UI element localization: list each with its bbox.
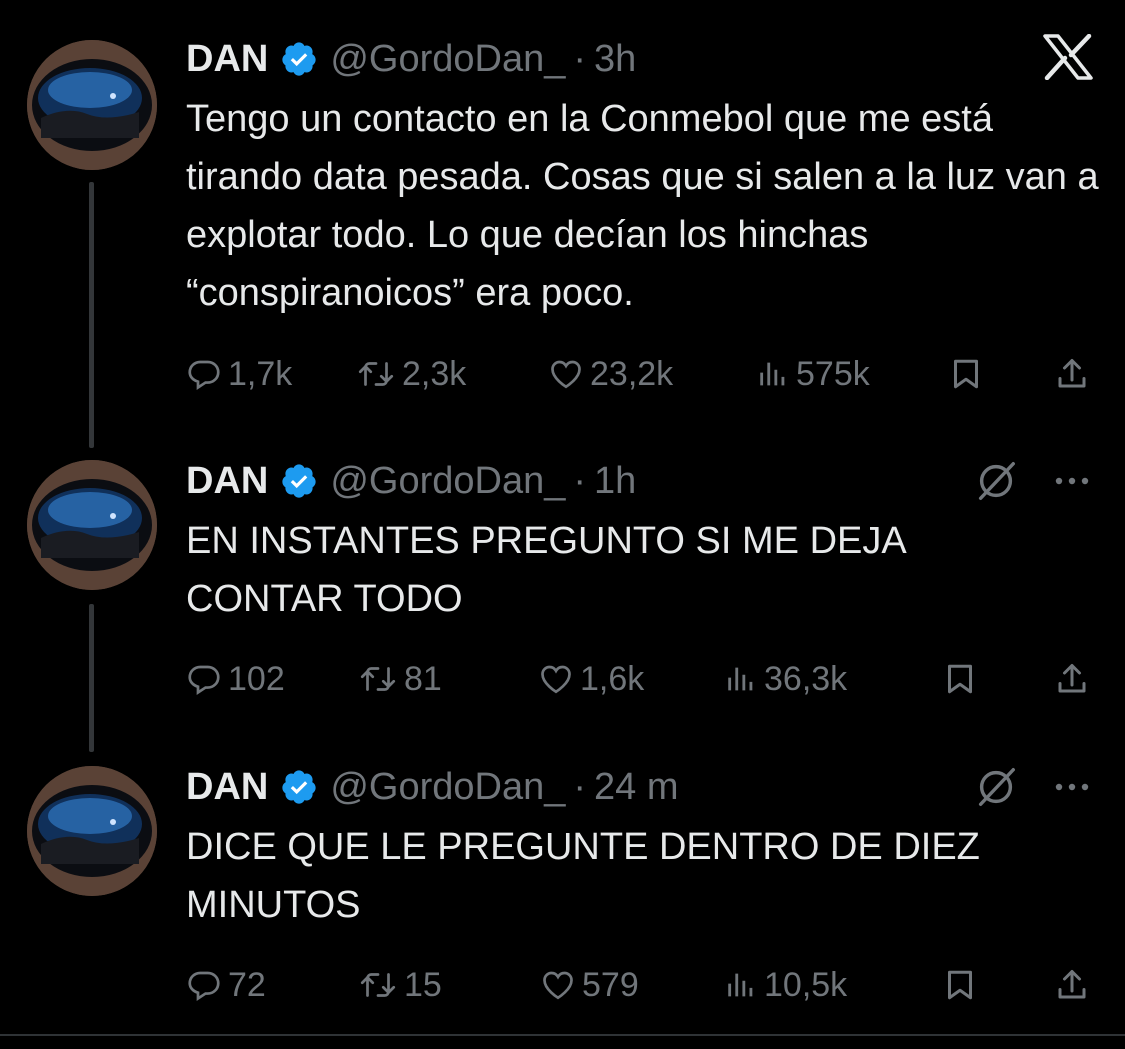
tweet-text: DICE QUE LE PREGUNTE DENTRO DE DIEZ MINU…	[186, 826, 980, 926]
bookmark-icon	[954, 359, 978, 389]
avatar[interactable]	[27, 40, 157, 170]
reply-icon	[188, 665, 220, 696]
views-button[interactable]: 10,5k	[724, 960, 847, 1010]
display-name[interactable]: DAN	[186, 460, 268, 503]
views-icon	[728, 667, 753, 691]
views-count: 36,3k	[764, 659, 848, 698]
retweet-count: 15	[404, 965, 442, 1004]
reply-button[interactable]: 102	[186, 654, 285, 704]
display-name[interactable]: DAN	[186, 38, 268, 81]
tweet-header: DAN @GordoDan_ · 24 m	[186, 762, 679, 812]
reply-count: 1,7k	[228, 354, 293, 393]
verified-badge-icon	[280, 40, 318, 78]
tweet-header: DAN @GordoDan_ · 1h	[186, 456, 636, 506]
thread-line	[89, 604, 94, 752]
reply-icon	[188, 360, 220, 391]
views-count: 10,5k	[764, 965, 848, 1004]
display-name[interactable]: DAN	[186, 766, 268, 809]
share-icon	[1058, 970, 1086, 999]
handle[interactable]: @GordoDan_	[330, 766, 565, 809]
like-count: 1,6k	[580, 659, 645, 698]
like-button[interactable]: 1,6k	[538, 654, 644, 704]
share-icon	[1058, 664, 1086, 693]
views-count: 575k	[796, 354, 870, 393]
reply-button[interactable]: 1,7k	[186, 349, 292, 399]
bookmark-icon	[948, 664, 972, 694]
like-icon	[543, 971, 573, 1000]
share-button[interactable]	[1054, 349, 1096, 399]
x-logo-icon[interactable]	[1043, 33, 1093, 85]
retweet-count: 81	[404, 659, 442, 698]
bookmark-button[interactable]	[942, 960, 984, 1010]
more-icon[interactable]	[1052, 764, 1092, 815]
retweet-button[interactable]: 81	[358, 654, 442, 704]
views-button[interactable]: 36,3k	[724, 654, 847, 704]
tweet-text: Tengo un contacto en la Conmebol que me …	[186, 98, 1099, 314]
avatar[interactable]	[27, 460, 157, 590]
handle[interactable]: @GordoDan_	[330, 460, 565, 503]
bookmark-icon	[948, 970, 972, 1000]
like-icon	[551, 360, 581, 389]
like-button[interactable]: 23,2k	[548, 349, 673, 399]
tweet-text: EN INSTANTES PREGUNTO SI ME DEJA CONTAR …	[186, 520, 905, 620]
bookmark-button[interactable]	[942, 654, 984, 704]
avatar[interactable]	[27, 766, 157, 896]
thread-line	[89, 182, 94, 448]
like-count: 23,2k	[590, 354, 674, 393]
views-button[interactable]: 575k	[756, 349, 870, 399]
timestamp[interactable]: 3h	[594, 38, 636, 81]
reply-count: 102	[228, 659, 285, 698]
retweet-count: 2,3k	[402, 354, 467, 393]
grok-icon[interactable]	[973, 458, 1019, 509]
action-bar: 72 15 579 10,5k	[186, 960, 1096, 1010]
retweet-button[interactable]: 2,3k	[356, 349, 466, 399]
views-icon	[760, 362, 785, 386]
timestamp[interactable]: 24 m	[594, 766, 678, 809]
more-icon[interactable]	[1052, 458, 1092, 509]
retweet-button[interactable]: 15	[358, 960, 442, 1010]
action-bar: 102 81 1,6k 36,3k	[186, 654, 1096, 704]
like-button[interactable]: 579	[540, 960, 639, 1010]
reply-count: 72	[228, 965, 266, 1004]
retweet-icon	[360, 973, 396, 997]
share-button[interactable]	[1054, 654, 1096, 704]
views-icon	[728, 973, 753, 997]
share-button[interactable]	[1054, 960, 1096, 1010]
divider	[0, 1034, 1125, 1036]
reply-button[interactable]: 72	[186, 960, 266, 1010]
like-count: 579	[582, 965, 639, 1004]
grok-icon[interactable]	[973, 764, 1019, 815]
separator-dot: ·	[573, 37, 587, 80]
action-bar: 1,7k 2,3k 23,2k 575k	[186, 349, 1096, 399]
handle[interactable]: @GordoDan_	[330, 38, 565, 81]
verified-badge-icon	[280, 768, 318, 806]
like-icon	[541, 665, 571, 694]
timestamp[interactable]: 1h	[594, 460, 636, 503]
separator-dot: ·	[573, 459, 587, 502]
retweet-icon	[360, 667, 396, 691]
share-icon	[1058, 359, 1086, 388]
verified-badge-icon	[280, 462, 318, 500]
retweet-icon	[358, 362, 394, 386]
reply-icon	[188, 971, 220, 1002]
tweet-header: DAN @GordoDan_ · 3h	[186, 34, 636, 84]
separator-dot: ·	[573, 765, 587, 808]
tweet-thread: DAN @GordoDan_ · 3h Tengo un contacto en…	[0, 0, 1125, 1049]
bookmark-button[interactable]	[948, 349, 990, 399]
